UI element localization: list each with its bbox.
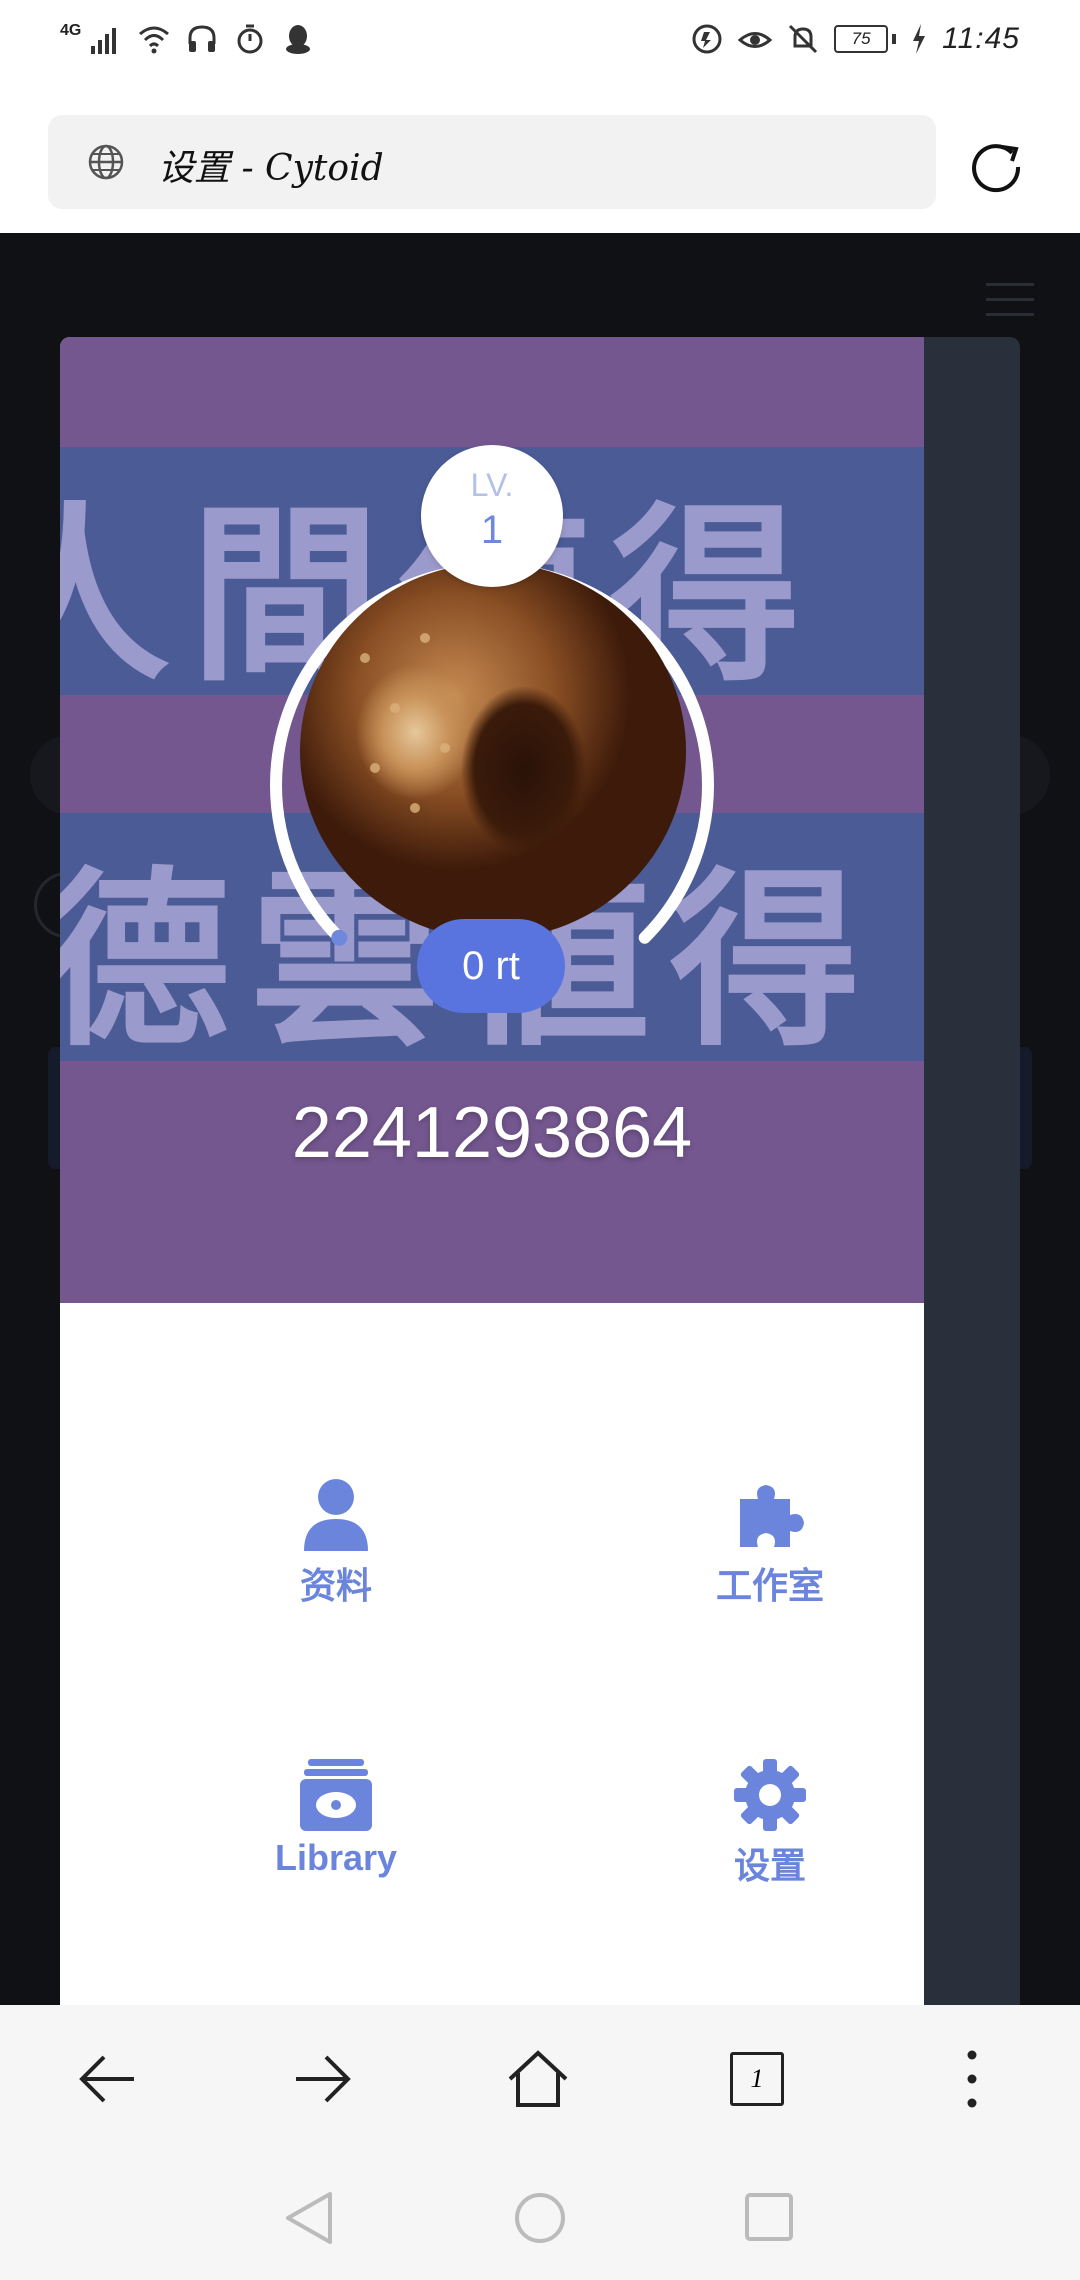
profile-header: 人間値得 德雲値得 LV. 1 0 rt 2241293864 [60,337,924,1303]
menu-item-label: 设置 [733,1845,806,1886]
avatar[interactable] [300,563,686,939]
browser-toolbar: 1 [0,2005,1080,2150]
nav-home-icon[interactable] [512,2190,568,2246]
address-bar[interactable]: 设置 - Cytoid [48,115,936,209]
nav-recents-icon[interactable] [742,2190,798,2246]
data-saver-icon [692,24,722,54]
battery-level: 75 [834,25,889,53]
profile-drawer: 人間値得 德雲値得 LV. 1 0 rt 2241293864 资料 [60,337,924,2005]
level-value: 1 [480,508,504,552]
tab-switcher-button[interactable]: 1 [730,2052,784,2106]
battery-icon: 75 [834,25,897,53]
signal-icon [91,28,117,54]
charging-icon [913,24,926,54]
library-disc-icon [300,1759,372,1831]
nav-back-icon[interactable] [282,2190,338,2246]
gear-icon [734,1759,806,1831]
menu-item-label: 工作室 [715,1565,824,1606]
menu-item-profile[interactable]: 资料 [186,1477,486,1609]
qq-icon [286,25,311,54]
menu-item-library[interactable]: Library [186,1757,486,1879]
menu-item-studio[interactable]: 工作室 [620,1477,920,1609]
level-label: LV. [470,467,514,503]
rating-badge: 0 rt [417,919,565,1013]
puzzle-icon [740,1485,804,1547]
reload-icon[interactable] [966,135,1026,195]
menu-icon [986,283,1034,317]
mute-icon [789,24,818,54]
headset-icon [188,25,216,52]
menu-item-label: 资料 [299,1565,372,1606]
more-options-icon[interactable] [940,2047,1004,2111]
globe-icon [88,144,124,180]
user-id: 2241293864 [291,1093,693,1173]
system-nav-bar [0,2150,1080,2280]
clock: 11:45 [942,22,1020,55]
level-badge: LV. 1 [421,445,563,587]
back-arrow-icon[interactable] [76,2047,140,2111]
wifi-icon [139,26,170,54]
drawer-edge [924,337,1020,2005]
forward-arrow-icon[interactable] [290,2047,354,2111]
timer-icon [237,24,263,54]
eye-comfort-icon [738,32,773,48]
user-icon [304,1479,368,1551]
page-title: 设置 - Cytoid [158,148,384,189]
network-type: 4G [60,22,82,39]
home-icon[interactable] [506,2047,570,2111]
status-bar: 4G 75 11:45 [0,0,1080,95]
browser-address-area: 设置 - Cytoid [0,95,1080,233]
menu-item-settings[interactable]: 设置 [620,1757,920,1889]
menu-item-label: Library [274,1837,398,1878]
